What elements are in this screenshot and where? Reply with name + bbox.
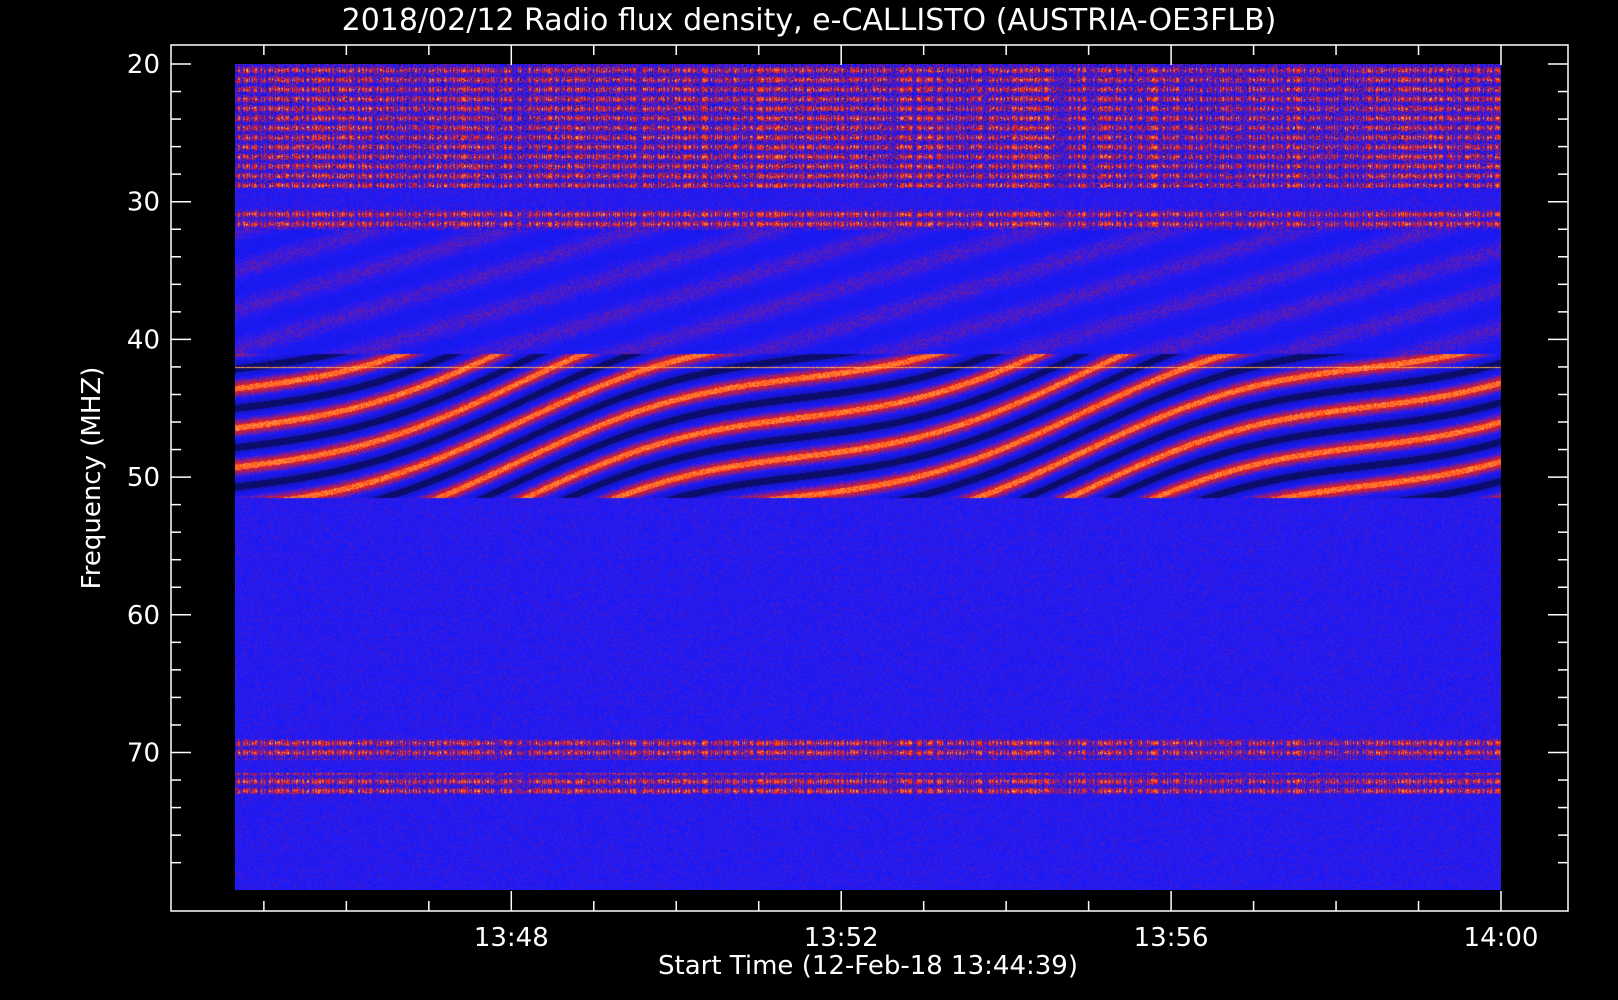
x-tick-label: 13:52 xyxy=(804,923,879,953)
y-tick-label: 70 xyxy=(127,739,160,769)
x-axis-label: Start Time (12-Feb-18 13:44:39) xyxy=(658,951,1078,981)
heatmap-image xyxy=(235,64,1501,890)
y-tick-label: 30 xyxy=(127,188,160,218)
x-tick-label: 13:48 xyxy=(474,923,549,953)
y-axis-label: Frequency (MHZ) xyxy=(77,367,107,590)
x-tick-label: 13:56 xyxy=(1134,923,1209,953)
y-tick-label: 40 xyxy=(127,325,160,355)
x-tick-label: 14:00 xyxy=(1464,923,1539,953)
y-tick-label: 60 xyxy=(127,601,160,631)
chart-title: 2018/02/12 Radio flux density, e-CALLIST… xyxy=(342,3,1277,38)
spectrogram-chart: 2018/02/12 Radio flux density, e-CALLIST… xyxy=(0,0,1618,1000)
y-tick-label: 50 xyxy=(127,463,160,493)
y-tick-label: 20 xyxy=(127,50,160,80)
